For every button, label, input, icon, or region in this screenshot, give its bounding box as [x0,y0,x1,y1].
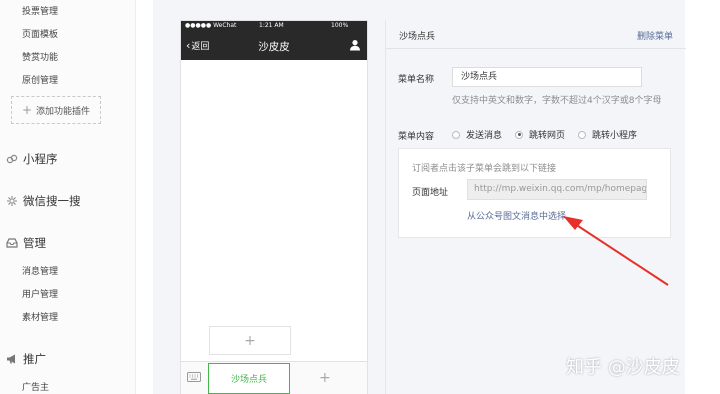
menu-item-shachang[interactable]: 沙场点兵 [208,363,290,394]
sidebar-item-page-template[interactable]: 页面模板 [22,27,58,40]
choose-from-articles-link[interactable]: 从公众号图文消息中选择 [467,209,566,222]
sidebar-section-label: 微信搜一搜 [23,194,81,208]
battery-label: 100% [331,22,349,29]
user-icon[interactable] [349,39,361,51]
sidebar-item-vote[interactable]: 投票管理 [22,4,58,17]
sidebar-section-label: 管理 [23,236,46,250]
sidebar-section-promote[interactable]: 推广 [6,351,46,367]
account-title: 沙皮皮 [258,41,290,53]
sidebar: 投票管理 页面模板 赞赏功能 原创管理 + 添加功能插件 小程序 微信搜一搜 管… [0,0,136,394]
menu-name-hint: 仅支持中英文和数字，字数不超过4个汉字或8个字母 [452,96,662,106]
page-url-input[interactable]: http://mp.weixin.qq.com/mp/homepag [467,179,647,200]
sidebar-item-users[interactable]: 用户管理 [22,287,58,300]
carrier-label: ●●●●● WeChat [185,22,237,29]
page-url-label: 页面地址 [412,188,449,198]
phone-preview: ●●●●● WeChat 1:21 AM 100% ‹ 返回 沙皮皮 + 沙场点… [180,20,368,394]
miniprogram-icon [6,153,18,165]
phone-nav-bar: ‹ 返回 沙皮皮 [181,31,367,60]
menu-content-label: 菜单内容 [398,132,435,142]
radio-icon [578,130,586,139]
megaphone-icon [6,353,18,365]
radio-label: 跳转小程序 [592,131,638,141]
radio-open-webpage[interactable]: 跳转网页 [515,128,565,141]
sidebar-item-messages[interactable]: 消息管理 [22,264,58,277]
watermark: 知乎 @沙皮皮 [566,357,680,378]
add-plugin-button[interactable]: + 添加功能插件 [11,96,101,124]
plus-icon: + [21,103,33,117]
radio-icon [452,130,460,139]
radio-open-miniprogram[interactable]: 跳转小程序 [578,128,637,141]
add-menu-button[interactable]: + [319,370,331,386]
delete-menu-link[interactable]: 删除菜单 [637,29,673,42]
inbox-icon [6,237,18,249]
phone-status-bar: ●●●●● WeChat 1:21 AM 100% [181,21,367,31]
sidebar-section-manage[interactable]: 管理 [6,235,46,251]
sidebar-item-reward[interactable]: 赞赏功能 [22,50,58,63]
edit-panel-header: 沙场点兵 删除菜单 [386,20,686,49]
link-description: 订阅者点击该子菜单会跳到以下链接 [412,164,557,174]
sidebar-section-search[interactable]: 微信搜一搜 [6,193,81,209]
menu-name-input[interactable]: 沙场点兵 [452,67,642,87]
menu-name-label: 菜单名称 [398,75,435,85]
sparkle-icon [6,195,18,207]
sidebar-section-label: 小程序 [23,152,58,166]
sidebar-item-materials[interactable]: 素材管理 [22,310,58,323]
add-plugin-label: 添加功能插件 [36,106,91,117]
sidebar-section-miniprogram[interactable]: 小程序 [6,151,58,167]
time-label: 1:21 AM [259,22,284,29]
radio-send-message[interactable]: 发送消息 [452,128,502,141]
phone-menu-bar: 沙场点兵 + [181,361,367,394]
sidebar-item-original[interactable]: 原创管理 [22,73,58,86]
sidebar-item-advertiser[interactable]: 广告主 [22,380,49,393]
radio-label: 发送消息 [466,131,503,141]
link-settings-box: 订阅者点击该子菜单会跳到以下链接 页面地址 http://mp.weixin.q… [398,148,671,238]
sidebar-section-label: 推广 [23,352,46,366]
keyboard-icon[interactable] [187,371,201,383]
add-submenu-button[interactable]: + [209,326,291,355]
radio-selected-icon [515,130,523,139]
radio-label: 跳转网页 [529,131,566,141]
edit-panel-title: 沙场点兵 [399,32,436,42]
